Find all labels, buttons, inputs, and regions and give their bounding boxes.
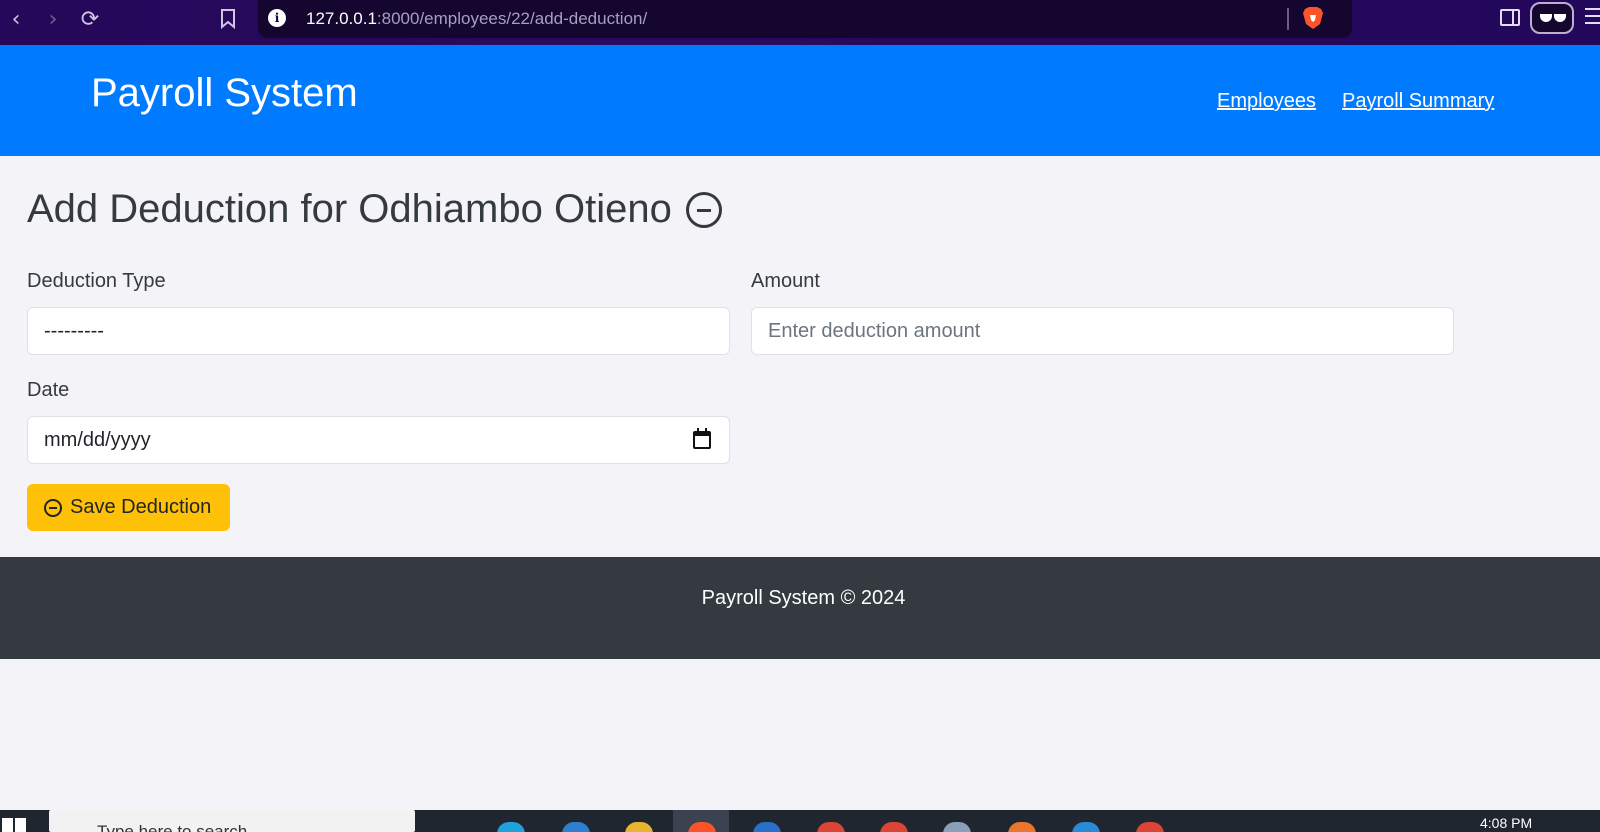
paint-icon[interactable] [943, 822, 971, 832]
back-icon[interactable]: ‹ [3, 6, 29, 32]
edge-icon[interactable] [497, 822, 525, 832]
forward-icon[interactable]: › [40, 6, 66, 32]
page-title-text: Add Deduction for Odhiambo Otieno [27, 187, 672, 231]
date-label: Date [27, 379, 70, 401]
amount-input[interactable]: Enter deduction amount [751, 307, 1454, 355]
os-taskbar: Type here to search 4:08 PM [0, 810, 1600, 832]
deduction-type-label: Deduction Type [27, 270, 166, 292]
bookmark-icon[interactable] [215, 6, 241, 32]
store-icon[interactable] [562, 822, 590, 832]
app-header: Payroll System Employees Payroll Summary [0, 45, 1600, 156]
url-text[interactable]: 127.0.0.1:8000/employees/22/add-deductio… [306, 9, 647, 29]
chrome-icon[interactable] [1136, 822, 1164, 832]
save-deduction-button[interactable]: Save Deduction [27, 484, 230, 531]
deduction-type-select[interactable]: --------- [27, 307, 730, 355]
windows-start-icon[interactable] [2, 818, 26, 832]
taskbar-clock[interactable]: 4:08 PM [1480, 815, 1532, 831]
sidebar-toggle-icon[interactable] [1500, 9, 1520, 26]
nav-link-payroll-summary[interactable]: Payroll Summary [1342, 90, 1494, 113]
save-deduction-label: Save Deduction [70, 496, 212, 518]
menu-icon[interactable] [1585, 8, 1600, 28]
chrome-icon[interactable] [880, 822, 908, 832]
site-info-icon[interactable]: i [268, 9, 286, 27]
minus-circle-icon [44, 498, 62, 517]
page-footer: Payroll System © 2024 [0, 557, 1600, 659]
taskbar-search-text: Type here to search [97, 822, 248, 832]
divider [1287, 8, 1289, 30]
calendar-icon[interactable] [693, 428, 711, 449]
footer-text: Payroll System © 2024 [701, 587, 906, 609]
chrome-icon[interactable] [817, 822, 845, 832]
nav-link-employees[interactable]: Employees [1217, 90, 1316, 113]
taskbar-search[interactable]: Type here to search [49, 810, 415, 832]
date-input[interactable]: mm/dd/yyyy [27, 416, 730, 464]
mail-icon[interactable] [753, 822, 781, 832]
browser-toolbar: ‹ › ⟳ i 127.0.0.1:8000/employees/22/add-… [0, 0, 1600, 45]
brave-shield-icon[interactable] [1302, 6, 1324, 30]
reload-icon[interactable]: ⟳ [77, 6, 103, 32]
minus-circle-icon [685, 191, 722, 228]
vscode-icon[interactable] [1072, 822, 1100, 832]
page-title: Add Deduction for Odhiambo Otieno [27, 187, 722, 232]
date-input-placeholder: mm/dd/yyyy [44, 428, 151, 451]
amount-label: Amount [751, 270, 820, 292]
private-window-icon[interactable] [1530, 2, 1574, 34]
file-explorer-icon[interactable] [625, 822, 653, 832]
xampp-icon[interactable] [1008, 822, 1036, 832]
brand-title[interactable]: Payroll System [91, 71, 358, 116]
